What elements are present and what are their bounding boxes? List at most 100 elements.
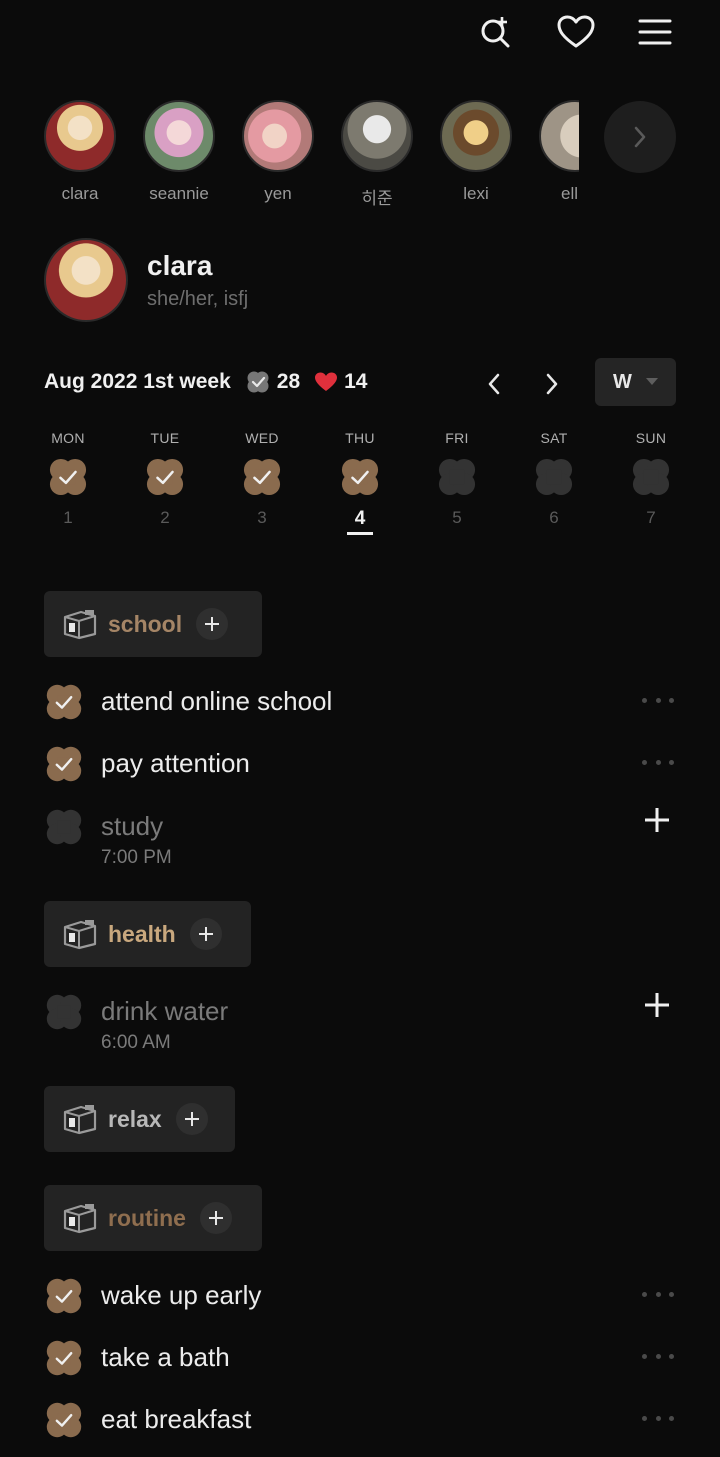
- day-wed[interactable]: WED 3: [232, 430, 292, 528]
- task-item: eat breakfast: [44, 1398, 676, 1442]
- friend-yen[interactable]: yen: [238, 100, 318, 204]
- task-checkbox[interactable]: [44, 1276, 84, 1316]
- box-icon: [63, 920, 97, 950]
- friend-seannie[interactable]: seannie: [139, 100, 219, 204]
- task-more-button[interactable]: [642, 1284, 674, 1304]
- day-label: WED: [245, 430, 279, 446]
- task-text[interactable]: eat breakfast: [101, 1404, 251, 1435]
- task-item: study 7:00 PM: [44, 805, 676, 871]
- profile-avatar[interactable]: [44, 238, 128, 322]
- friend-lexi[interactable]: lexi: [436, 100, 516, 204]
- day-label: SUN: [635, 430, 667, 446]
- plus-icon: [645, 993, 669, 1017]
- box-icon: [63, 610, 97, 640]
- task-time: 6:00 AM: [101, 1032, 171, 1053]
- day-sat[interactable]: SAT 6: [524, 430, 584, 528]
- friend-hijun[interactable]: 히준: [337, 100, 417, 209]
- chevron-left-icon: [488, 373, 500, 395]
- task-more-button[interactable]: [642, 690, 674, 710]
- task-checkbox[interactable]: [44, 1400, 84, 1440]
- day-number: 4: [354, 508, 366, 529]
- friend-name: seannie: [149, 184, 209, 203]
- task-item: take a bath: [44, 1336, 676, 1380]
- task-text[interactable]: wake up early: [101, 1280, 261, 1311]
- category-routine[interactable]: routine: [44, 1185, 262, 1251]
- day-status-icon: [144, 456, 186, 498]
- add-task-button[interactable]: [199, 1202, 232, 1234]
- category-relax[interactable]: relax: [44, 1086, 235, 1152]
- task-text[interactable]: take a bath: [101, 1342, 230, 1373]
- day-thu[interactable]: THU 4: [330, 430, 390, 530]
- avatar: [341, 100, 413, 172]
- friend-clara[interactable]: clara: [40, 100, 120, 204]
- profile-name: clara: [147, 250, 213, 281]
- next-week-button[interactable]: [532, 364, 572, 404]
- prev-week-button[interactable]: [474, 364, 514, 404]
- day-number: 2: [160, 508, 170, 527]
- add-task-button[interactable]: [175, 1103, 208, 1135]
- task-text[interactable]: pay attention: [101, 748, 250, 779]
- menu-icon[interactable]: [633, 10, 677, 54]
- heart-icon[interactable]: [554, 10, 598, 54]
- day-label: MON: [51, 430, 85, 446]
- friend-name: 히준: [361, 189, 393, 208]
- task-checkbox[interactable]: [44, 744, 84, 784]
- plus-icon: [208, 1211, 223, 1225]
- day-label: FRI: [445, 430, 469, 446]
- plus-icon: [184, 1112, 199, 1126]
- task-text[interactable]: attend online school: [101, 686, 332, 717]
- plus-icon: [205, 617, 220, 631]
- avatar: [539, 100, 579, 172]
- task-checkbox[interactable]: [44, 682, 84, 722]
- day-status-icon: [241, 456, 283, 498]
- task-more-button[interactable]: [642, 752, 674, 772]
- task-checkbox[interactable]: [44, 992, 84, 1032]
- add-task-button[interactable]: [196, 608, 229, 640]
- view-mode-select[interactable]: W: [595, 358, 676, 406]
- task-checkbox[interactable]: [44, 1338, 84, 1378]
- category-school[interactable]: school: [44, 591, 262, 657]
- add-task-button[interactable]: [189, 918, 222, 950]
- day-number: 1: [63, 508, 73, 527]
- today-underline: [347, 532, 373, 535]
- day-status-icon: [436, 456, 478, 498]
- day-sun[interactable]: SUN 7: [621, 430, 681, 528]
- avatar: [242, 100, 314, 172]
- day-status-icon: [47, 456, 89, 498]
- task-text[interactable]: drink water: [101, 996, 228, 1027]
- day-fri[interactable]: FRI 5: [427, 430, 487, 528]
- hearts-stat: 14: [314, 370, 367, 394]
- plus-icon: [645, 808, 669, 832]
- day-label: TUE: [150, 430, 180, 446]
- friends-more-button[interactable]: [604, 101, 676, 173]
- check-flower-icon: [247, 371, 269, 393]
- category-label: routine: [108, 1204, 186, 1231]
- task-more-button[interactable]: [642, 1346, 674, 1366]
- task-checkbox[interactable]: [44, 807, 84, 847]
- task-time: 7:00 PM: [101, 847, 172, 868]
- checks-stat: 28: [245, 369, 300, 395]
- day-label: SAT: [540, 430, 568, 446]
- day-label: THU: [345, 430, 375, 446]
- friend-name: yen: [264, 184, 292, 203]
- task-add-button[interactable]: [642, 990, 674, 1022]
- day-number: 6: [549, 508, 559, 527]
- day-status-icon: [630, 456, 672, 498]
- box-icon: [63, 1204, 97, 1234]
- heart-filled-icon: [315, 372, 338, 391]
- search-add-icon[interactable]: [474, 10, 518, 54]
- chevron-right-icon: [634, 126, 646, 148]
- day-mon[interactable]: MON 1: [38, 430, 98, 528]
- friend-ell[interactable]: ell: [535, 100, 579, 204]
- category-health[interactable]: health: [44, 901, 251, 967]
- task-item: drink water 6:00 AM: [44, 990, 676, 1056]
- category-label: school: [108, 610, 183, 637]
- view-mode-value: W: [613, 370, 632, 393]
- task-text[interactable]: study: [101, 811, 163, 842]
- week-title: Aug 2022 1st week: [44, 370, 231, 393]
- day-tue[interactable]: TUE 2: [135, 430, 195, 528]
- day-status-icon: [339, 456, 381, 498]
- task-item: attend online school: [44, 680, 676, 724]
- task-more-button[interactable]: [642, 1408, 674, 1428]
- task-add-button[interactable]: [642, 805, 674, 837]
